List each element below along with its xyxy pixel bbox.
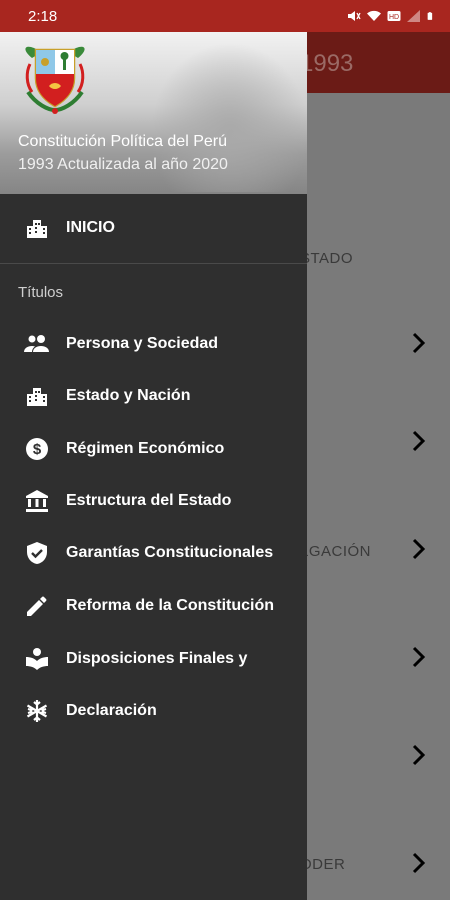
drawer-header-subtitle: 1993 Actualizada al año 2020 [18, 156, 228, 173]
divider [0, 263, 307, 264]
mute-icon [348, 11, 361, 21]
building-icon [24, 215, 50, 241]
bg-row-label: LGACIÓN [300, 543, 372, 560]
menu-item-label: INICIO [66, 219, 115, 236]
snowflake-icon [24, 698, 50, 724]
book-reader-icon [24, 646, 50, 672]
menu-item-label: Garantías Constitucionales [66, 544, 274, 561]
drawer-header-title: Constitución Política del Perú [18, 133, 227, 150]
menu-item-declaracion[interactable]: Declaración [0, 687, 307, 735]
svg-text:$: $ [33, 441, 42, 458]
signal-icon [407, 10, 420, 22]
menu-item-persona-y-sociedad[interactable]: Persona y Sociedad [0, 320, 307, 368]
menu-item-label: Estado y Nación [66, 387, 191, 404]
section-label-titulos: Títulos [18, 284, 64, 301]
status-bar: 2:18 HD [0, 0, 450, 32]
shield-check-icon [24, 540, 50, 566]
menu-item-reforma-de-la-constitucion[interactable]: Reforma de la Constitución [0, 582, 307, 630]
bg-row-label: ODER [300, 856, 346, 873]
menu-item-garantias-constitucionales[interactable]: Garantías Constitucionales [0, 529, 307, 577]
menu-item-regimen-economico[interactable]: $ Régimen Económico [0, 425, 307, 473]
wifi-icon [367, 10, 381, 21]
svg-text:HD: HD [389, 14, 399, 21]
chevron-right-icon[interactable] [412, 430, 426, 452]
chevron-right-icon[interactable] [412, 646, 426, 668]
chevron-right-icon[interactable] [412, 538, 426, 560]
menu-item-label: Declaración [66, 702, 157, 719]
peru-coat-of-arms-icon [25, 46, 85, 114]
menu-item-label: Estructura del Estado [66, 492, 232, 509]
chevron-right-icon[interactable] [412, 332, 426, 354]
menu-item-label: Reforma de la Constitución [66, 597, 275, 614]
pencil-icon [24, 593, 50, 619]
building-icon [24, 383, 50, 409]
drawer-header: Constitución Política del Perú 1993 Actu… [0, 32, 307, 194]
chevron-right-icon[interactable] [412, 744, 426, 766]
status-icons: HD [347, 10, 436, 22]
dollar-circle-icon: $ [24, 436, 50, 462]
bank-icon [24, 488, 50, 514]
menu-item-estado-y-nacion[interactable]: Estado y Nación [0, 372, 307, 420]
hd-icon: HD [387, 11, 401, 21]
navigation-drawer: Constitución Política del Perú 1993 Actu… [0, 32, 307, 900]
bg-row-label: STADO [300, 250, 354, 267]
menu-item-disposiciones-finales[interactable]: Disposiciones Finales y [0, 635, 307, 683]
menu-item-inicio[interactable]: INICIO [0, 204, 307, 252]
people-icon [24, 331, 50, 357]
battery-icon [427, 12, 433, 20]
menu-item-label: Disposiciones Finales y [66, 650, 248, 667]
menu-item-label: Persona y Sociedad [66, 335, 219, 352]
chevron-right-icon[interactable] [412, 852, 426, 874]
menu-item-estructura-del-estado[interactable]: Estructura del Estado [0, 477, 307, 525]
status-time: 2:18 [28, 7, 58, 25]
app-title: 1993 [300, 50, 354, 77]
menu-item-label: Régimen Económico [66, 440, 225, 457]
